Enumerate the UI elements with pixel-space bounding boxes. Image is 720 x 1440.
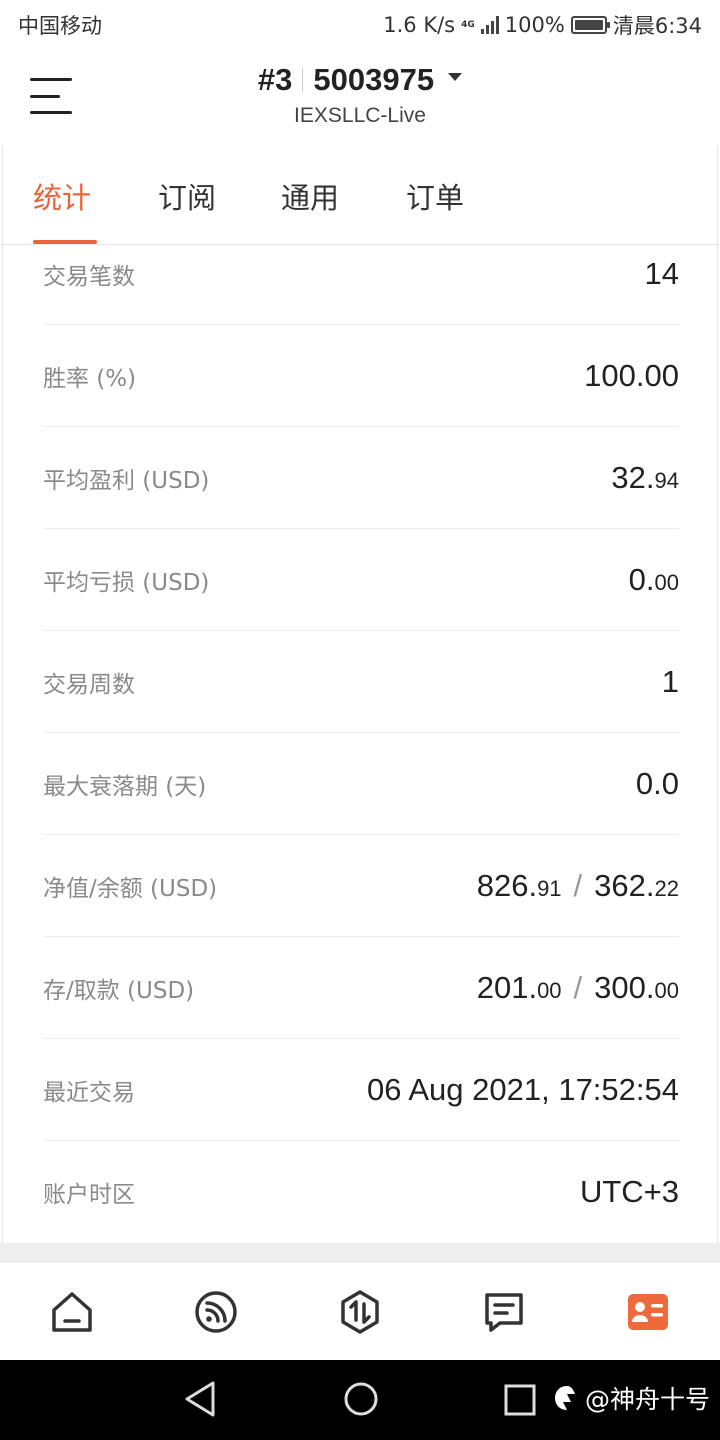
account-divider (302, 68, 304, 92)
list-item-weeks: 交易周数 1 (43, 631, 679, 733)
system-nav-bar: @神舟十号 (0, 1360, 720, 1440)
tab-orders[interactable]: 订单 (406, 175, 464, 217)
watermark: @神舟十号 (553, 1380, 710, 1416)
stat-label: 账户时区 (43, 1182, 135, 1208)
watermark-logo-icon (554, 1386, 575, 1410)
list-item-trades: 交易笔数 14 (43, 245, 679, 325)
stat-value: 826.91 / 362.22 (477, 868, 679, 904)
withdraw-dec: 00 (654, 977, 679, 1003)
stat-label: 交易笔数 (43, 263, 135, 290)
server-name: IEXSLLC-Live (294, 104, 426, 127)
stat-value: 1 (661, 663, 679, 699)
deposit-int: 201. (476, 969, 538, 1005)
stat-label: 平均盈利 (USD) (43, 467, 210, 494)
stats-list[interactable]: 交易笔数 14 胜率 (%) 100.00 平均盈利 (USD) 32.94 平… (2, 245, 718, 1243)
deposit-dec: 00 (537, 977, 562, 1003)
stat-value: 201.00/300.00 (477, 970, 679, 1006)
watermark-text: @神舟十号 (584, 1385, 710, 1414)
stat-label: 最大衰落期 (天) (43, 773, 207, 800)
stat-label: 存/取款 (USD) (43, 977, 195, 1004)
list-item-avg-profit: 平均盈利 (USD) 32.94 (43, 427, 679, 529)
equity-dec: 91 (537, 875, 562, 901)
network-type-icon: 4G (461, 19, 475, 30)
tab-subscription[interactable]: 订阅 (158, 175, 216, 217)
value-separator: / (573, 867, 583, 903)
balance-dec: 22 (654, 875, 679, 901)
list-item-equity-balance: 净值/余额 (USD) 826.91 / 362.22 (43, 835, 679, 937)
value-int: 0. (628, 561, 655, 597)
stat-value: 32.94 (611, 460, 679, 496)
trade-icon[interactable] (330, 1282, 390, 1342)
stat-label: 最近交易 (43, 1079, 135, 1106)
account-card-icon[interactable] (618, 1282, 678, 1342)
list-item-win-rate: 胜率 (%) 100.00 (43, 325, 679, 427)
stat-value: 0.00 (629, 562, 679, 598)
battery-icon (570, 16, 610, 34)
list-item-max-drawdown: 最大衰落期 (天) 0.0 (43, 733, 679, 835)
back-icon[interactable] (183, 1380, 217, 1422)
balance-int: 362. (594, 867, 655, 903)
stat-value: 0.0 (635, 765, 679, 801)
home-circle-icon[interactable] (342, 1380, 380, 1422)
equity-int: 826. (476, 867, 538, 903)
message-icon[interactable] (474, 1282, 534, 1342)
status-indicators: 1.6 K/s 4G 100% 清晨6:34 (383, 10, 702, 40)
carrier-label: 中国移动 (18, 14, 102, 38)
recents-icon[interactable] (503, 1380, 537, 1422)
tab-general[interactable]: 通用 (281, 175, 339, 217)
value-separator: / (573, 969, 583, 1005)
value-dec: 00 (654, 569, 679, 595)
section-divider (0, 1243, 720, 1263)
tab-bar: 统计 订阅 通用 订单 (2, 145, 718, 245)
feed-icon[interactable] (186, 1282, 246, 1342)
home-icon[interactable] (42, 1282, 102, 1342)
list-item-deposit-withdraw: 存/取款 (USD) 201.00/300.00 (43, 937, 679, 1039)
stat-label: 平均亏损 (USD) (43, 569, 210, 596)
signal-icon (480, 16, 499, 34)
withdraw-int: 300. (594, 969, 655, 1005)
stat-label: 交易周数 (43, 671, 135, 698)
active-tab-indicator (33, 240, 97, 244)
list-item-last-trade: 最近交易 06 Aug 2021, 17:52:54 (43, 1039, 679, 1141)
stat-label: 胜率 (%) (43, 365, 137, 392)
value-int: 32. (611, 459, 655, 495)
value-dec: 94 (654, 467, 679, 493)
network-type: 4G (461, 19, 475, 30)
app-header: #3 5003975 IEXSLLC-Live (0, 50, 720, 145)
stat-value: UTC+3 (579, 1174, 679, 1209)
account-selector[interactable]: #3 5003975 IEXSLLC-Live (0, 62, 720, 128)
caret-down-icon (448, 73, 463, 81)
stat-value: 14 (644, 255, 679, 291)
tab-statistics[interactable]: 统计 (33, 175, 91, 217)
account-line: #3 5003975 (257, 62, 463, 98)
bottom-nav (0, 1263, 720, 1360)
account-id: 5003975 (313, 62, 435, 97)
account-number: #3 (257, 62, 293, 97)
stat-label: 净值/余额 (USD) (43, 875, 218, 902)
status-bar: 中国移动 1.6 K/s 4G 100% 清晨6:34 (0, 0, 720, 50)
list-item-avg-loss: 平均亏损 (USD) 0.00 (43, 529, 679, 631)
stat-value: 06 Aug 2021, 17:52:54 (366, 1071, 679, 1107)
network-speed: 1.6 K/s (383, 13, 456, 37)
battery-percent: 100% (504, 13, 565, 37)
list-item-timezone: 账户时区 UTC+3 (43, 1141, 679, 1243)
clock: 清晨6:34 (612, 14, 702, 38)
stat-value: 100.00 (584, 357, 679, 393)
